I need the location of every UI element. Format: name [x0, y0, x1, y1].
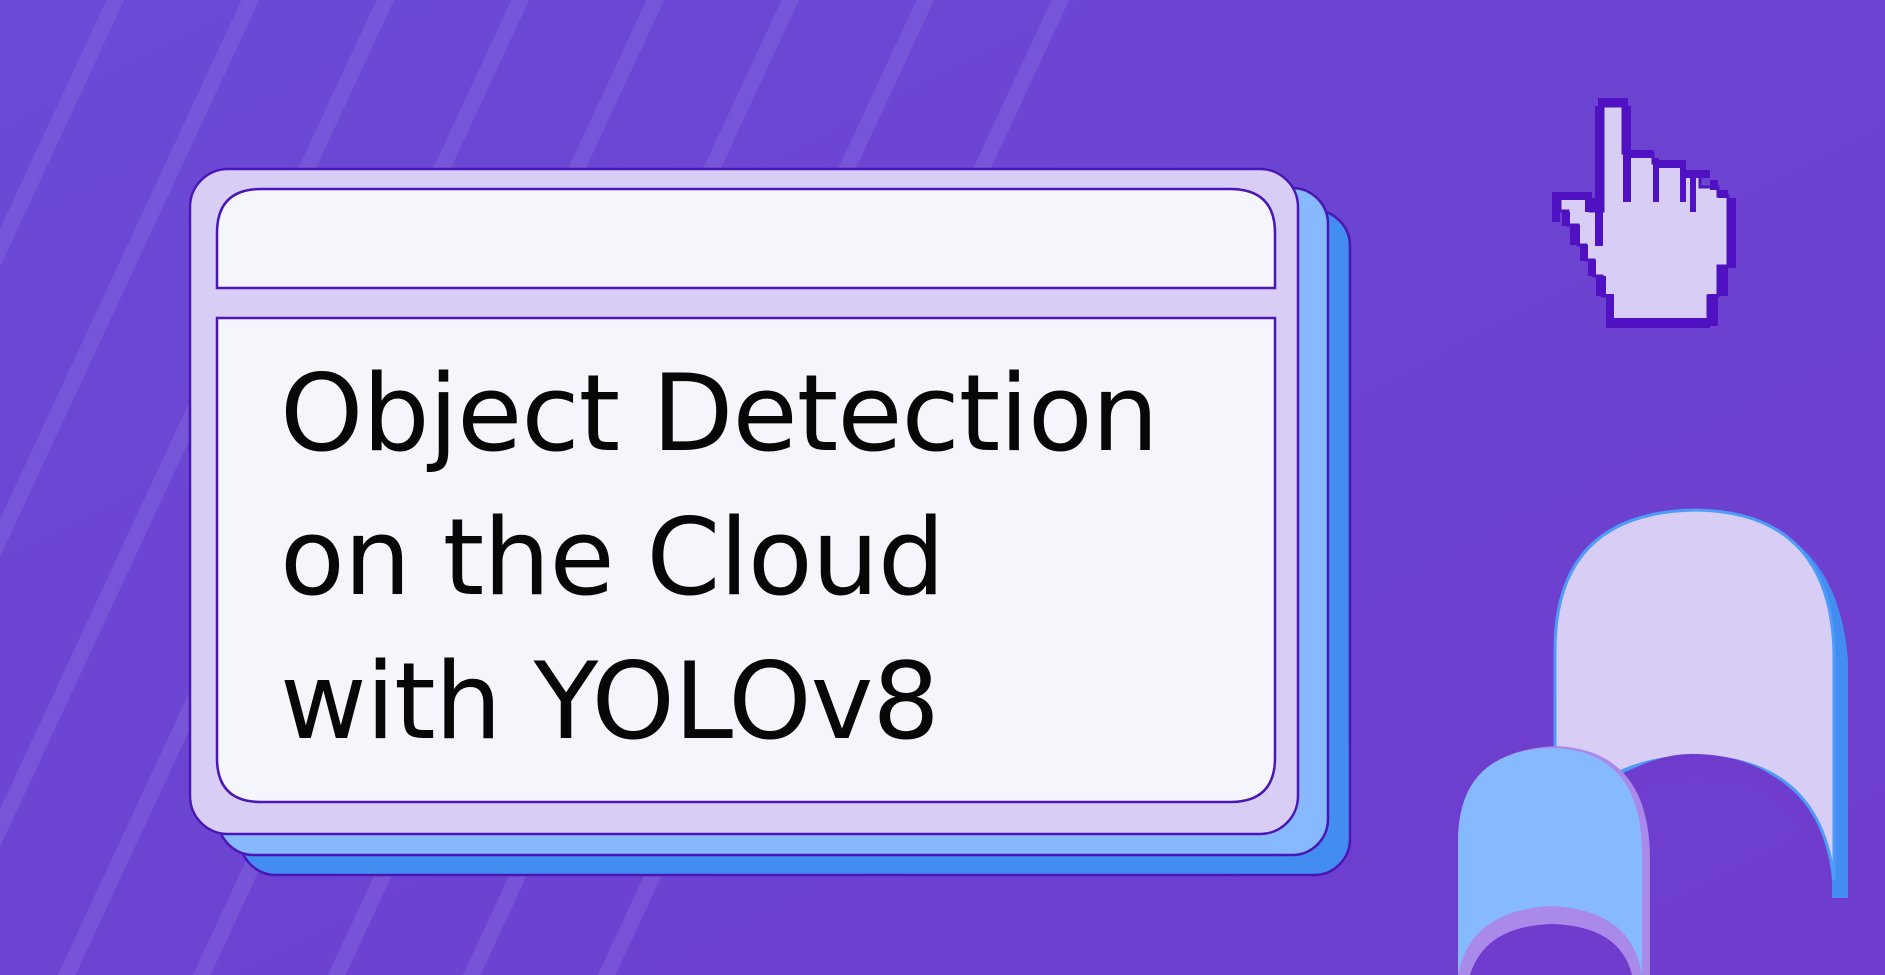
title-line-1: Object Detection [280, 352, 1159, 475]
hero-banner: Object Detection on the Cloud with YOLOv… [0, 0, 1885, 975]
title-line-3: with YOLOv8 [280, 640, 940, 763]
page-title: Object Detection on the Cloud with YOLOv… [280, 342, 1159, 774]
title-line-2: on the Cloud [280, 496, 945, 619]
